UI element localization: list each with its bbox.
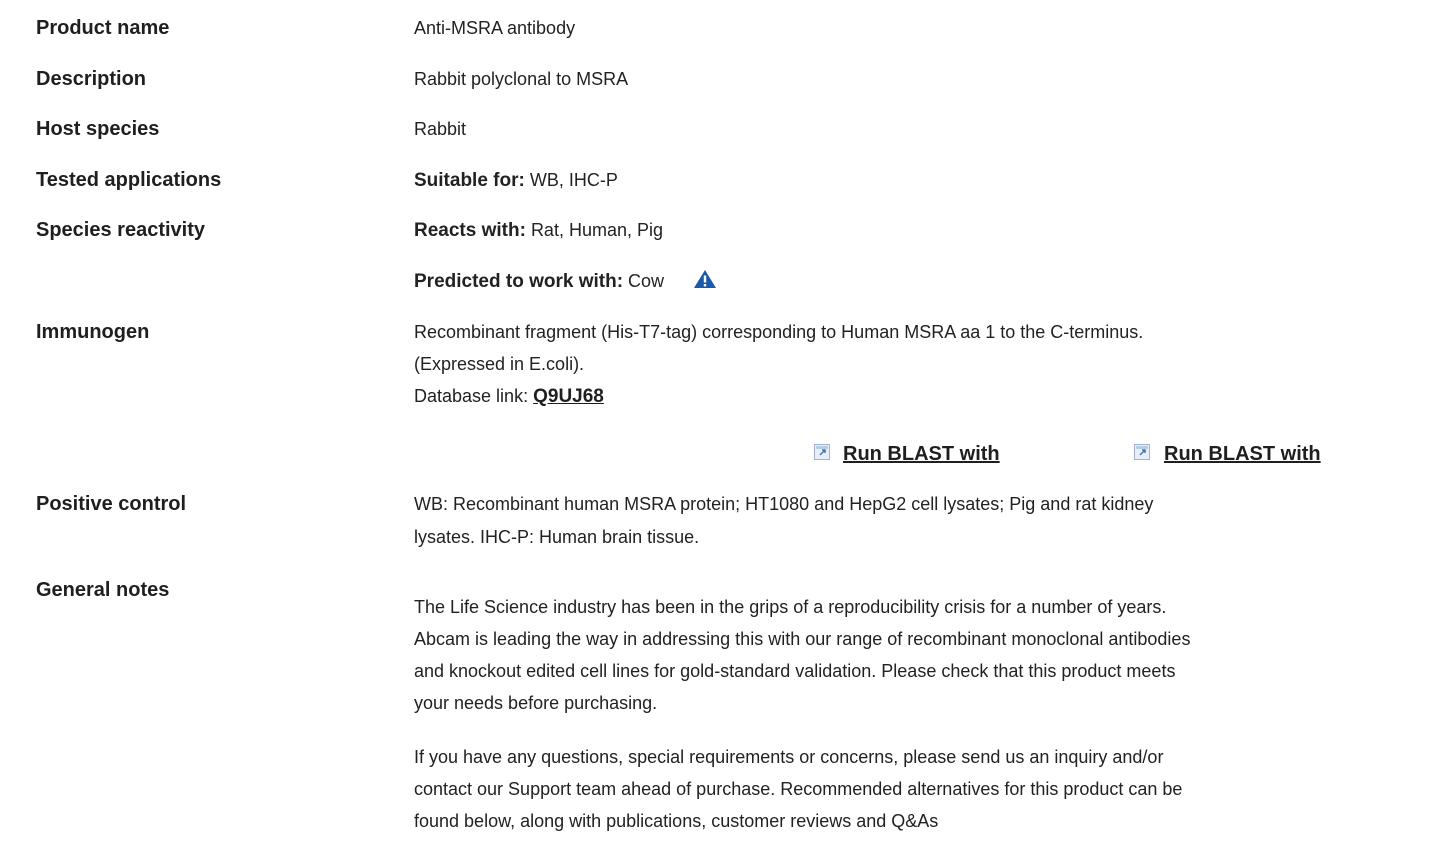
product-name-value: Anti-MSRA antibody xyxy=(414,18,576,38)
predicted-value: Predicted to work with: Cow xyxy=(414,269,1434,295)
positive-control-line-1: WB: Recombinant human MSRA protein; HT10… xyxy=(414,494,1154,514)
positive-control-line-2: lysates. IHC-P: Human brain tissue. xyxy=(414,527,700,547)
tested-applications-label: Tested applications xyxy=(36,169,222,191)
immunogen-line-2: (Expressed in E.coli). xyxy=(414,354,585,374)
tested-applications-value: Suitable for: WB, IHC-P xyxy=(414,168,1434,193)
datasheet: Product name Anti-MSRA antibody Descript… xyxy=(0,0,1448,857)
predicted-prefix: Predicted to work with: xyxy=(414,271,624,292)
general-notes-p1-line: your needs before purchasing. xyxy=(414,693,658,713)
species-reactivity-label: Species reactivity xyxy=(36,219,205,241)
warning-triangle-icon[interactable] xyxy=(693,269,717,295)
general-notes-p1-line: and knockout edited cell lines for gold-… xyxy=(414,661,1176,681)
general-notes-p1-line: The Life Science industry has been in th… xyxy=(414,597,1167,617)
database-link-row: Database link: Q9UJ68 xyxy=(414,384,1434,409)
external-link-icon xyxy=(1134,444,1150,460)
reacts-with-species: Rat, Human, Pig xyxy=(530,220,663,240)
reacts-with-value: Reacts with: Rat, Human, Pig xyxy=(414,218,1434,243)
run-blast-link-1[interactable]: Run BLAST with xyxy=(843,442,1000,466)
general-notes-paragraph-2: If you have any questions, special requi… xyxy=(414,741,1434,837)
external-link-icon xyxy=(814,444,830,460)
general-notes-p2-line: If you have any questions, special requi… xyxy=(414,747,1164,767)
suitable-for-prefix: Suitable for: xyxy=(414,170,525,191)
general-notes-p2-line: contact our Support team ahead of purcha… xyxy=(414,779,1183,799)
suitable-for-value: WB, IHC-P xyxy=(529,170,618,190)
immunogen-line-1: Recombinant fragment (His-T7-tag) corres… xyxy=(414,322,1144,342)
positive-control-label: Positive control xyxy=(36,493,187,515)
host-species-label: Host species xyxy=(36,118,160,140)
reacts-with-prefix: Reacts with: xyxy=(414,220,526,241)
general-notes-paragraph-1: The Life Science industry has been in th… xyxy=(414,591,1434,719)
run-blast-link-2[interactable]: Run BLAST with xyxy=(1164,442,1321,466)
host-species-value: Rabbit xyxy=(414,119,467,139)
database-link-q9uj68[interactable]: Q9UJ68 xyxy=(533,386,604,407)
description-value: Rabbit polyclonal to MSRA xyxy=(414,69,629,89)
general-notes-label: General notes xyxy=(36,579,170,601)
general-notes-p2-line: found below, along with publications, cu… xyxy=(414,811,939,831)
description-label: Description xyxy=(36,68,147,90)
immunogen-label: Immunogen xyxy=(36,321,150,343)
predicted-species: Cow xyxy=(628,271,665,291)
product-name-label: Product name xyxy=(36,17,170,39)
general-notes-p1-line: Abcam is leading the way in addressing t… xyxy=(414,629,1191,649)
database-link-prefix: Database link: xyxy=(414,386,529,406)
